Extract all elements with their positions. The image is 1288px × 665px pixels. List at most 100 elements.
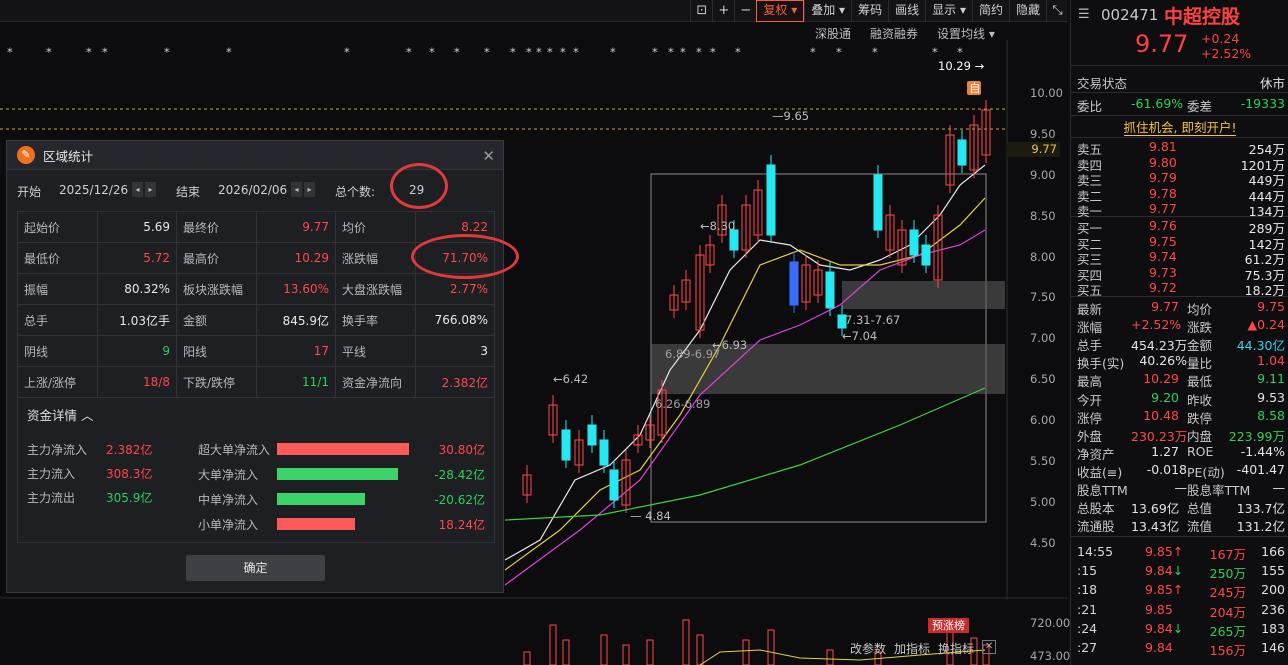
event-marker: *	[484, 45, 490, 59]
ask-row[interactable]: 卖一 9.77 134万	[1077, 201, 1285, 219]
quote-row: 最新 9.77 均价 9.75	[1077, 298, 1285, 317]
zone-annotation: 7.31-7.67	[845, 313, 900, 327]
simple-button[interactable]: 简约	[971, 0, 1009, 22]
order-size-value: 18.24亿	[438, 518, 485, 532]
ma60-line	[504, 387, 986, 521]
event-marker: *	[680, 45, 686, 59]
stock-name[interactable]: 中超控股	[1164, 2, 1240, 29]
price-annotation: ←8.30	[700, 219, 735, 233]
change-value: +0.24	[1201, 31, 1240, 46]
stock-code: 002471	[1101, 6, 1159, 24]
event-marker: *	[46, 45, 52, 59]
event-marker: *	[560, 45, 566, 59]
y-tick: 8.50	[1030, 209, 1056, 223]
close-icon[interactable]: ✕	[482, 147, 495, 165]
end-next-icon[interactable]: ▸	[304, 182, 315, 197]
overlay-button[interactable]: 叠加 ▾	[804, 0, 851, 22]
stat-label: 总手	[17, 304, 98, 336]
fund-details-toggle[interactable]: 资金详情 ︿	[27, 405, 94, 424]
zoom-out-icon[interactable]: −	[734, 0, 756, 22]
bid-volume: 18.2万	[1244, 283, 1285, 298]
ask-row[interactable]: 卖四 9.80 1201万	[1077, 155, 1285, 173]
y-tick: 9.00	[1030, 168, 1056, 182]
order-size-label: 小单净流入	[198, 518, 259, 532]
fullscreen-icon[interactable]: ⤡	[1046, 0, 1068, 22]
tick-row: :15 9.84↓ 250万 155	[1077, 562, 1285, 582]
bid-row[interactable]: 买二 9.75 142万	[1077, 234, 1285, 252]
stat-value: 9.77	[256, 211, 336, 243]
quote-row: 总手 454.23万 金额 44.30亿	[1077, 334, 1285, 353]
stats-row: 起始价 5.69 最终价 9.77 均价 8.22	[17, 211, 495, 243]
draw-line-button[interactable]: 画线	[888, 0, 925, 22]
chips-button[interactable]: 筹码	[851, 0, 888, 22]
quote-value: 1.04	[1257, 353, 1285, 369]
quote-value: 8.58	[1257, 407, 1285, 423]
start-prev-icon[interactable]: ◂	[132, 182, 143, 197]
order-size-label: 中单净流入	[198, 493, 259, 507]
bid-row[interactable]: 买一 9.76 289万	[1077, 218, 1285, 236]
y-tick: 7.50	[1030, 290, 1056, 304]
adjust-button[interactable]: 复权 ▾	[756, 0, 805, 22]
bid-row[interactable]: 买四 9.73 75.3万	[1077, 265, 1285, 283]
chevron-up-icon: ︿	[81, 408, 94, 423]
ask-row[interactable]: 卖五 9.81 254万	[1077, 139, 1285, 157]
end-prev-icon[interactable]: ◂	[291, 182, 302, 197]
trade-status: 休市	[1259, 76, 1285, 91]
ask-price: 9.77	[1149, 201, 1177, 216]
price-change: +0.24 +2.52%	[1201, 31, 1251, 61]
open-account-link[interactable]: 抓住机会, 即刻开户!	[1071, 117, 1288, 136]
event-marker: *	[102, 45, 108, 59]
fund-value: 305.9亿	[106, 491, 153, 505]
event-marker: *	[7, 45, 13, 59]
ask-row[interactable]: 卖二 9.78 444万	[1077, 186, 1285, 204]
indicator-bar: 改参数 加指标 换指标 ✕	[850, 640, 997, 657]
trade-status-label: 交易状态	[1077, 76, 1128, 91]
ok-button[interactable]: 确定	[186, 555, 325, 581]
lock-icon[interactable]: ⊡	[690, 0, 712, 22]
candle-body	[873, 174, 883, 231]
event-marker: *	[536, 45, 542, 59]
tick-volume: 250万	[1209, 566, 1246, 582]
end-date[interactable]: 2026/02/06	[218, 183, 287, 197]
menu-icon[interactable]: ☰	[1078, 7, 1090, 22]
quote-header: ☰ 002471 中超控股 9.77 +0.24 +2.52%	[1071, 0, 1288, 66]
tick-price: 9.85↑	[1145, 582, 1184, 598]
bid-row[interactable]: 买三 9.74 61.2万	[1077, 249, 1285, 267]
display-button[interactable]: 显示 ▾	[925, 0, 972, 22]
quote-value: +2.52%	[1131, 317, 1182, 333]
start-date[interactable]: 2025/12/26	[59, 183, 128, 197]
candle-body	[825, 271, 835, 309]
hide-button[interactable]: 隐藏	[1008, 0, 1046, 22]
candle-body	[909, 229, 919, 256]
event-marker: *	[454, 45, 460, 59]
volume-bar	[826, 649, 834, 665]
tick-count: 200	[1261, 582, 1285, 598]
event-marker: *	[547, 45, 553, 59]
tick-row: :24 9.84↓ 265万 183	[1077, 620, 1285, 639]
quote-row: 今开 9.20 昨收 9.53	[1077, 389, 1285, 408]
y-tick: 5.50	[1030, 454, 1056, 468]
highlight-ellipse	[390, 163, 448, 209]
event-marker: *	[164, 45, 170, 59]
edit-params-button[interactable]: 改参数	[850, 640, 886, 657]
start-next-icon[interactable]: ▸	[145, 182, 156, 197]
stat-label: 下跌/跌停	[176, 366, 257, 398]
bid-row[interactable]: 买五 9.72 18.2万	[1077, 280, 1285, 298]
add-indicator-button[interactable]: 加指标	[894, 640, 930, 657]
zoom-in-icon[interactable]: +	[712, 0, 734, 22]
quote-row: 外盘 230.23万 内盘 223.99万	[1077, 425, 1285, 444]
forecast-badge[interactable]: 预涨榜	[928, 618, 969, 633]
volume-bar	[549, 624, 557, 665]
close-icon[interactable]: ✕	[982, 640, 997, 654]
candle-body	[789, 261, 799, 306]
quote-row: 换手(实) 40.26% 量比 1.04	[1077, 352, 1285, 371]
event-marker: *	[610, 45, 616, 59]
ask-row[interactable]: 卖三 9.79 449万	[1077, 170, 1285, 188]
order-ratio: -61.69%	[1131, 96, 1184, 111]
y-tick: 6.00	[1030, 413, 1056, 427]
switch-indicator-button[interactable]: 换指标	[938, 640, 974, 657]
quote-value: 10.48	[1143, 407, 1179, 423]
volume-bar	[600, 634, 608, 665]
high-annotation: 10.29 →	[938, 59, 985, 73]
tick-volume: 204万	[1209, 604, 1246, 620]
